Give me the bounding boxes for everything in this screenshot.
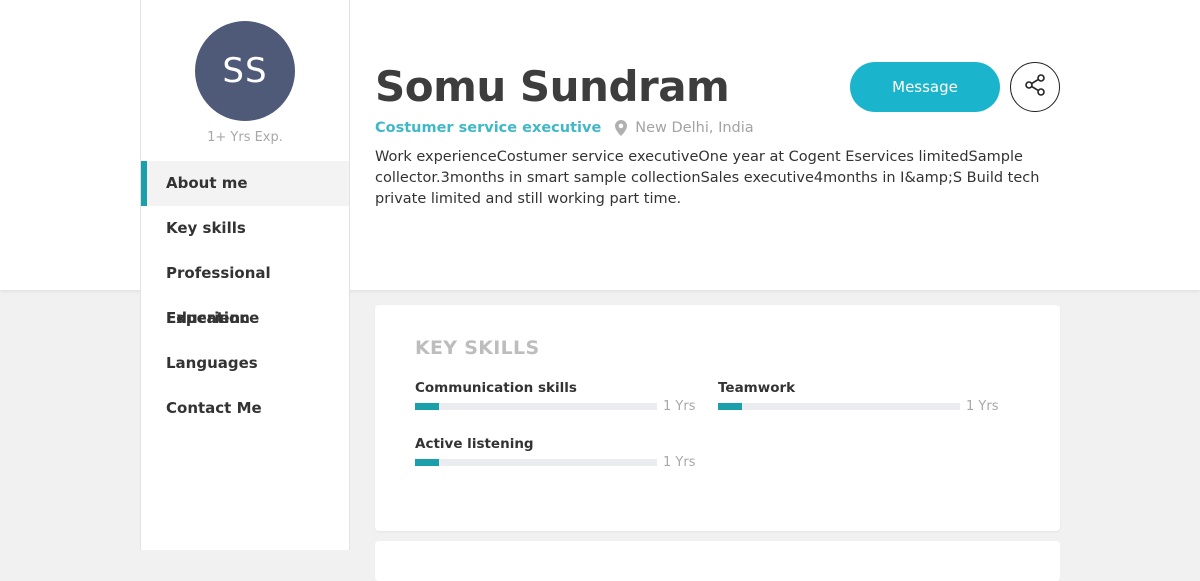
share-icon xyxy=(1023,73,1047,101)
sidebar-item-education[interactable]: Education xyxy=(141,296,349,341)
skill-name: Communication skills xyxy=(415,380,577,396)
share-button[interactable] xyxy=(1010,62,1060,112)
sidebar-item-professional-experience[interactable]: Professional Experience xyxy=(141,251,349,327)
avatar: SS xyxy=(195,21,295,121)
skill-years: 1 Yrs xyxy=(663,399,696,414)
sidebar-nav: About me Key skills Professional Experie… xyxy=(141,161,349,431)
skill-item: Communication skills 1 Yrs xyxy=(415,380,695,425)
skill-item: Active listening 1 Yrs xyxy=(415,436,695,481)
profile-role: Costumer service executive xyxy=(375,120,602,136)
location-pin-icon xyxy=(615,120,628,136)
role-location-row: Costumer service executive New Delhi, In… xyxy=(375,120,754,136)
sidebar-item-contact-me[interactable]: Contact Me xyxy=(141,386,349,431)
skill-years: 1 Yrs xyxy=(966,399,999,414)
skill-progress-track xyxy=(415,459,657,466)
skill-progress-track xyxy=(415,403,657,410)
sidebar: SS 1+ Yrs Exp. About me Key skills Profe… xyxy=(140,0,350,550)
skill-progress-track xyxy=(718,403,960,410)
key-skills-title: KEY SKILLS xyxy=(415,337,540,359)
skill-progress-fill xyxy=(718,403,743,410)
profile-description: Work experienceCostumer service executiv… xyxy=(375,149,1040,207)
next-section-card xyxy=(375,541,1060,581)
skill-progress-fill xyxy=(415,459,440,466)
skill-item: Teamwork 1 Yrs xyxy=(718,380,998,425)
sidebar-item-key-skills[interactable]: Key skills xyxy=(141,206,349,251)
key-skills-card: KEY SKILLS Communication skills 1 Yrs Te… xyxy=(375,305,1060,531)
skill-years: 1 Yrs xyxy=(663,455,696,470)
profile-location: New Delhi, India xyxy=(635,120,754,136)
skill-progress-fill xyxy=(415,403,440,410)
message-button[interactable]: Message xyxy=(850,62,1000,112)
skill-name: Teamwork xyxy=(718,380,796,396)
skill-name: Active listening xyxy=(415,436,534,452)
profile-name: Somu Sundram xyxy=(375,62,730,111)
experience-label: 1+ Yrs Exp. xyxy=(207,130,283,145)
sidebar-item-about-me[interactable]: About me xyxy=(141,161,349,206)
sidebar-item-languages[interactable]: Languages xyxy=(141,341,349,386)
